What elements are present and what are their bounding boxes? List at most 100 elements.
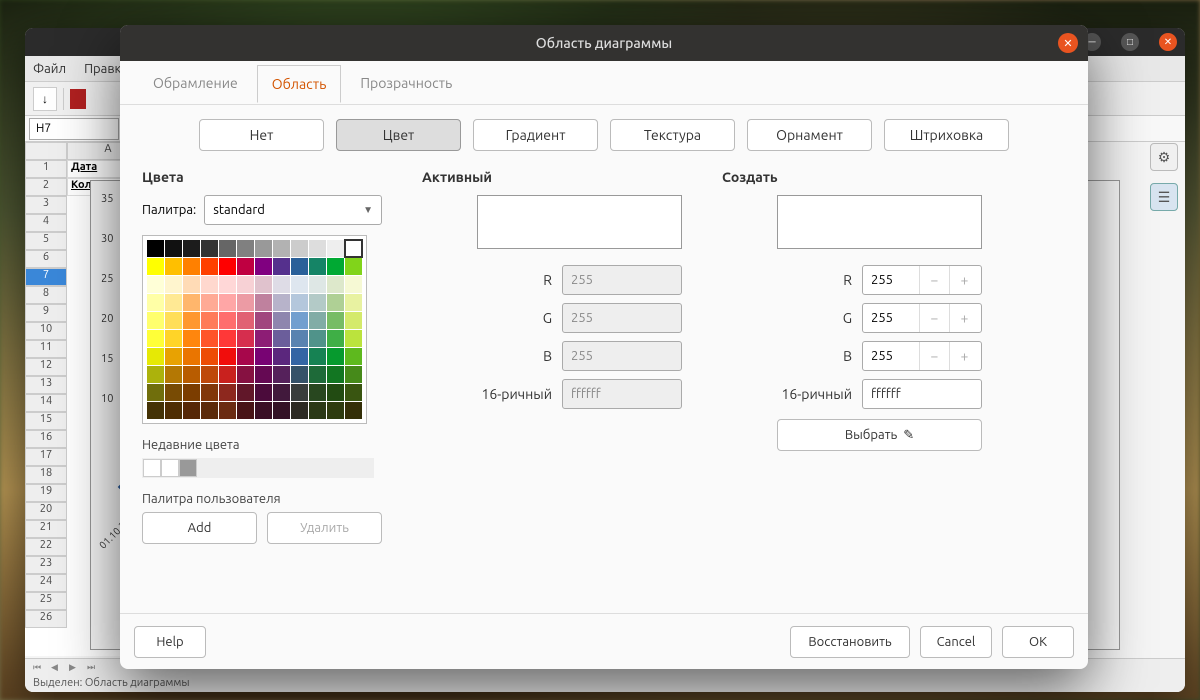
color-swatch[interactable] (219, 276, 236, 293)
color-swatch[interactable] (183, 276, 200, 293)
color-swatch[interactable] (201, 330, 218, 347)
color-swatch[interactable] (147, 348, 164, 365)
fill-none-button[interactable]: Нет (199, 119, 324, 151)
color-swatch[interactable] (255, 348, 272, 365)
color-swatch[interactable] (165, 240, 182, 257)
color-swatch[interactable] (309, 348, 326, 365)
color-swatch[interactable] (345, 258, 362, 275)
toolbar-dropdown-icon[interactable]: ↓ (33, 87, 57, 111)
color-swatch-grid[interactable] (142, 235, 367, 424)
color-swatch[interactable] (345, 384, 362, 401)
color-swatch[interactable] (309, 312, 326, 329)
color-swatch[interactable] (201, 240, 218, 257)
color-swatch[interactable] (345, 312, 362, 329)
color-swatch[interactable] (219, 384, 236, 401)
color-swatch[interactable] (291, 402, 308, 419)
color-swatch[interactable] (147, 294, 164, 311)
color-swatch[interactable] (183, 258, 200, 275)
row-header[interactable]: 10 (25, 322, 67, 340)
color-swatch[interactable] (255, 312, 272, 329)
color-swatch[interactable] (165, 258, 182, 275)
color-swatch[interactable] (183, 294, 200, 311)
color-swatch[interactable] (219, 312, 236, 329)
color-swatch[interactable] (309, 240, 326, 257)
color-swatch[interactable] (201, 258, 218, 275)
row-header[interactable]: 12 (25, 358, 67, 376)
add-color-button[interactable]: Add (142, 512, 257, 544)
toolbar-red-icon[interactable] (70, 89, 86, 109)
row-header[interactable]: 15 (25, 412, 67, 430)
recent-swatch[interactable] (179, 459, 197, 477)
color-swatch[interactable] (183, 402, 200, 419)
sliders-icon[interactable]: ☰ (1150, 183, 1178, 211)
help-button[interactable]: Help (134, 626, 206, 658)
color-swatch[interactable] (273, 384, 290, 401)
color-swatch[interactable] (273, 258, 290, 275)
recent-swatch[interactable] (161, 459, 179, 477)
color-swatch[interactable] (165, 366, 182, 383)
color-swatch[interactable] (165, 384, 182, 401)
color-swatch[interactable] (201, 384, 218, 401)
create-b-spinner[interactable]: − + (862, 341, 982, 371)
row-header[interactable]: 18 (25, 466, 67, 484)
color-swatch[interactable] (327, 330, 344, 347)
row-header[interactable]: 26 (25, 610, 67, 628)
row-header[interactable]: 5 (25, 232, 67, 250)
recent-swatch[interactable] (143, 459, 161, 477)
color-swatch[interactable] (147, 384, 164, 401)
color-swatch[interactable] (273, 294, 290, 311)
color-swatch[interactable] (327, 402, 344, 419)
sheet-nav-first-icon[interactable]: ⏮ (33, 662, 47, 676)
color-swatch[interactable] (201, 312, 218, 329)
color-swatch[interactable] (345, 402, 362, 419)
color-swatch[interactable] (237, 240, 254, 257)
ok-button[interactable]: OK (1002, 626, 1074, 658)
color-swatch[interactable] (147, 330, 164, 347)
color-swatch[interactable] (219, 294, 236, 311)
color-swatch[interactable] (273, 348, 290, 365)
color-swatch[interactable] (255, 384, 272, 401)
color-swatch[interactable] (201, 366, 218, 383)
row-header[interactable]: 22 (25, 538, 67, 556)
color-swatch[interactable] (183, 366, 200, 383)
color-swatch[interactable] (327, 258, 344, 275)
color-swatch[interactable] (327, 294, 344, 311)
color-swatch[interactable] (345, 366, 362, 383)
color-swatch[interactable] (255, 276, 272, 293)
minus-icon[interactable]: − (919, 266, 949, 294)
color-swatch[interactable] (237, 294, 254, 311)
cell-name-box[interactable]: H7 (29, 118, 119, 140)
row-header[interactable]: 17 (25, 448, 67, 466)
recent-colors-row[interactable] (142, 458, 374, 478)
minus-icon[interactable]: − (919, 304, 949, 332)
gear-icon[interactable]: ⚙ (1150, 143, 1178, 171)
color-swatch[interactable] (273, 402, 290, 419)
color-swatch[interactable] (327, 312, 344, 329)
create-g-input[interactable] (863, 311, 919, 325)
color-swatch[interactable] (309, 294, 326, 311)
create-hex-input[interactable] (862, 379, 982, 409)
color-swatch[interactable] (291, 240, 308, 257)
row-header[interactable]: 8 (25, 286, 67, 304)
color-swatch[interactable] (147, 258, 164, 275)
menu-file[interactable]: Файл (33, 62, 66, 76)
row-header[interactable]: 24 (25, 574, 67, 592)
color-swatch[interactable] (201, 402, 218, 419)
sheet-nav-prev-icon[interactable]: ◀ (51, 662, 65, 676)
color-swatch[interactable] (273, 312, 290, 329)
color-swatch[interactable] (147, 276, 164, 293)
window-close-button[interactable]: ✕ (1159, 33, 1177, 51)
color-swatch[interactable] (255, 366, 272, 383)
color-swatch[interactable] (345, 348, 362, 365)
color-swatch[interactable] (165, 330, 182, 347)
color-swatch[interactable] (237, 402, 254, 419)
color-swatch[interactable] (327, 276, 344, 293)
color-swatch[interactable] (345, 294, 362, 311)
color-swatch[interactable] (219, 366, 236, 383)
color-swatch[interactable] (327, 348, 344, 365)
color-swatch[interactable] (255, 330, 272, 347)
color-swatch[interactable] (291, 294, 308, 311)
color-swatch[interactable] (327, 366, 344, 383)
color-swatch[interactable] (183, 312, 200, 329)
fill-hatch-button[interactable]: Штриховка (884, 119, 1009, 151)
